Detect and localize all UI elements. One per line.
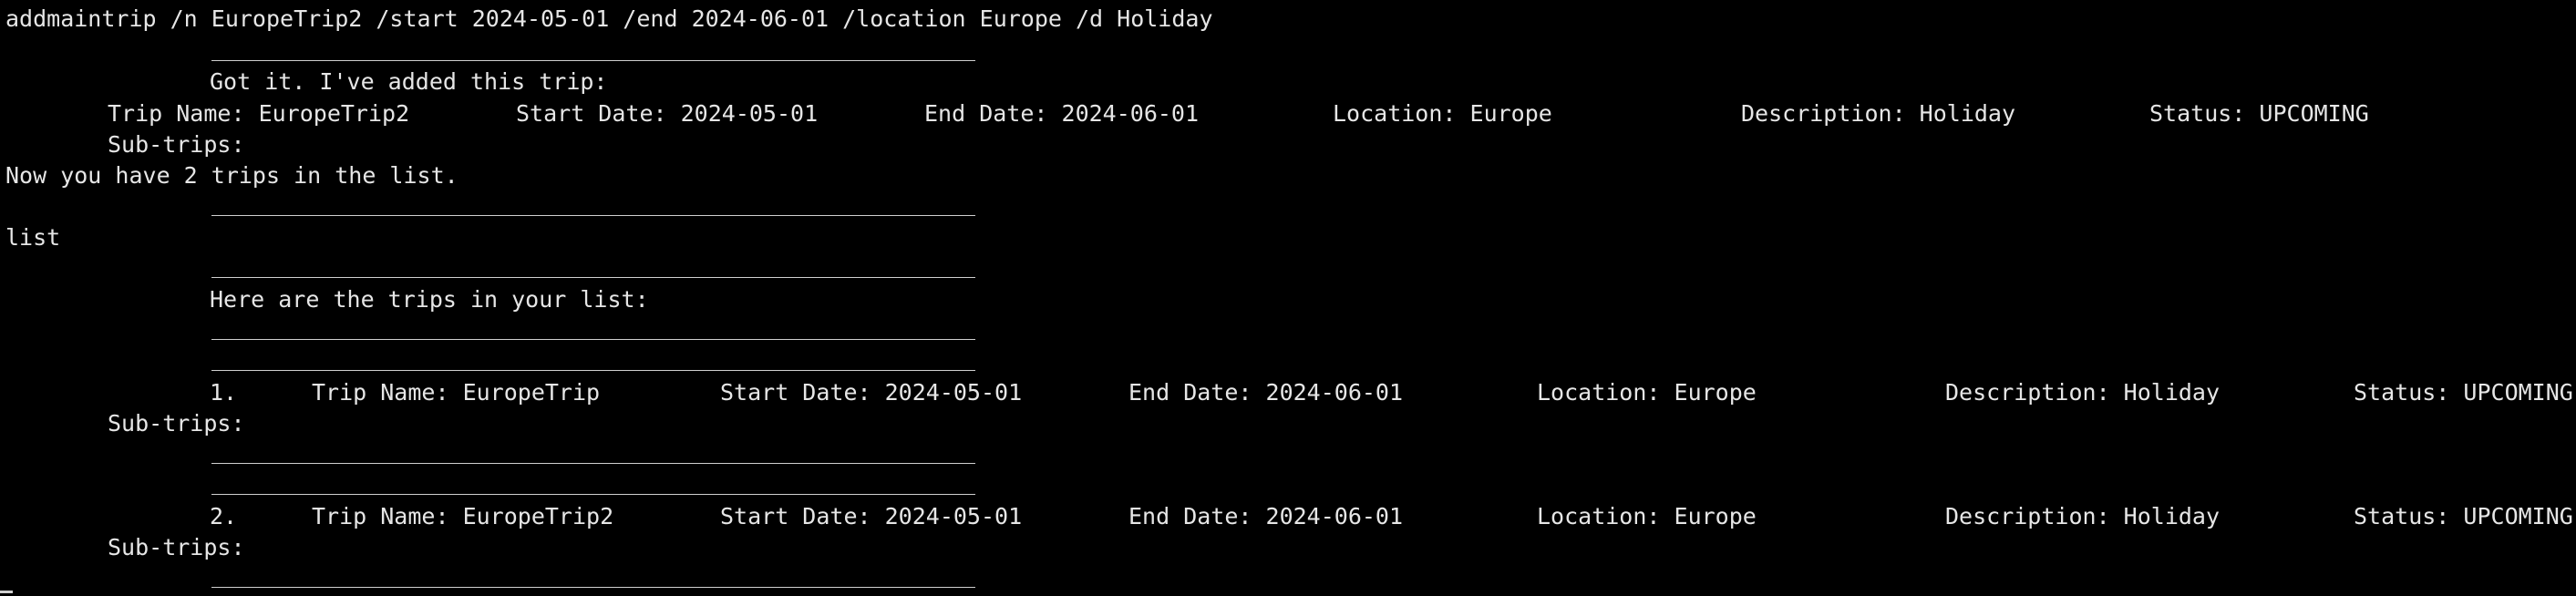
trip-end-date: End Date: 2024-06-01 bbox=[1128, 379, 1404, 406]
trip-start-date: Start Date: 2024-05-01 bbox=[720, 379, 1023, 406]
added-message: Got it. I've added this trip: bbox=[210, 68, 608, 95]
trip-subtrips: Sub-trips: bbox=[108, 534, 245, 560]
trip-name: Trip Name: EuropeTrip bbox=[312, 379, 601, 406]
trip-location: Location: Europe bbox=[1537, 503, 1757, 529]
trip-location: Location: Europe bbox=[1537, 379, 1757, 406]
trip-index: 2. bbox=[210, 503, 238, 529]
trip-subtrips: Sub-trips: bbox=[108, 410, 245, 437]
command-line-addmaintrip: addmaintrip /n EuropeTrip2 /start 2024-0… bbox=[5, 5, 1213, 32]
divider bbox=[211, 370, 975, 371]
text-cursor bbox=[0, 591, 13, 593]
trip-status: Status: UPCOMING bbox=[2354, 503, 2573, 529]
trip-name: Trip Name: EuropeTrip2 bbox=[312, 503, 614, 529]
divider bbox=[211, 587, 975, 588]
command-line-list: list bbox=[5, 224, 61, 251]
added-trip-end-date: End Date: 2024-06-01 bbox=[924, 100, 1200, 127]
divider bbox=[211, 215, 975, 216]
added-trip-name: Trip Name: EuropeTrip2 bbox=[108, 100, 410, 127]
trip-start-date: Start Date: 2024-05-01 bbox=[720, 503, 1023, 529]
added-trip-location: Location: Europe bbox=[1333, 100, 1552, 127]
added-trip-description: Description: Holiday bbox=[1741, 100, 2016, 127]
added-trip-status: Status: UPCOMING bbox=[2149, 100, 2369, 127]
trip-count-message: Now you have 2 trips in the list. bbox=[5, 162, 459, 189]
divider bbox=[211, 339, 975, 340]
added-trip-subtrips: Sub-trips: bbox=[108, 131, 245, 158]
list-header: Here are the trips in your list: bbox=[210, 286, 649, 313]
trip-end-date: End Date: 2024-06-01 bbox=[1128, 503, 1404, 529]
trip-description: Description: Holiday bbox=[1945, 379, 2221, 406]
divider bbox=[211, 463, 975, 464]
trip-description: Description: Holiday bbox=[1945, 503, 2221, 529]
added-trip-start-date: Start Date: 2024-05-01 bbox=[516, 100, 819, 127]
divider bbox=[211, 60, 975, 61]
terminal-output[interactable]: addmaintrip /n EuropeTrip2 /start 2024-0… bbox=[0, 0, 2576, 596]
divider bbox=[211, 494, 975, 495]
trip-index: 1. bbox=[210, 379, 238, 406]
divider bbox=[211, 277, 975, 278]
trip-status: Status: UPCOMING bbox=[2354, 379, 2573, 406]
